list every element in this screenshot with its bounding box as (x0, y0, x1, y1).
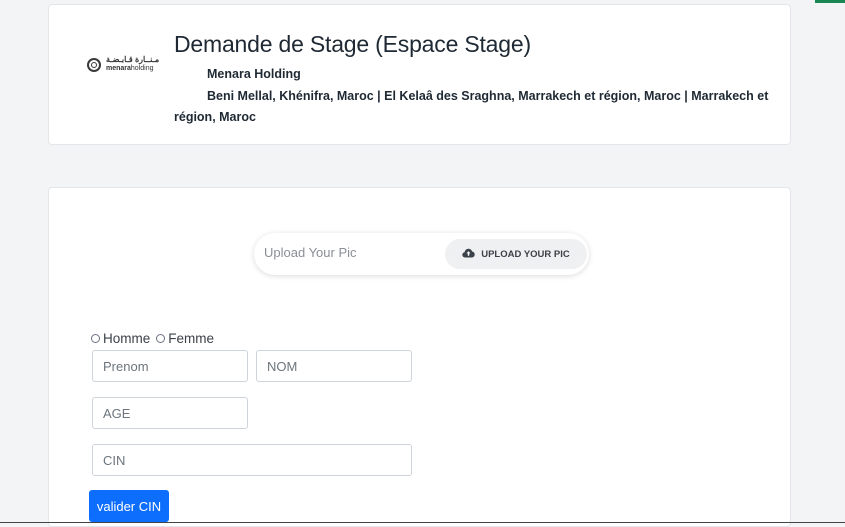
gender-label-femme: Femme (168, 331, 215, 346)
logo-arabic-text: مـنــارة قـابـضـة (106, 55, 160, 64)
radio-icon[interactable] (91, 334, 100, 343)
logo-name: menaraholding (106, 65, 153, 72)
logo-name-rest: holding (130, 65, 154, 72)
gender-option-femme[interactable]: Femme (156, 331, 214, 346)
menara-holding-logo: مـنــارة قـابـضـة menaraholding (87, 55, 159, 77)
header-card: مـنــارة قـابـضـة menaraholding Demande … (48, 4, 791, 145)
prenom-input[interactable] (92, 350, 248, 382)
company-name: Menara Holding (207, 67, 301, 81)
upload-pic-button-label: UPLOAD YOUR PIC (481, 248, 570, 260)
radio-icon[interactable] (156, 334, 166, 343)
logo-name-bold: menara (106, 65, 131, 72)
logo-mark-icon (87, 58, 101, 72)
nom-input[interactable] (256, 350, 412, 382)
gender-label-homme: Homme (103, 331, 151, 346)
age-input[interactable] (92, 397, 248, 429)
page-title: Demande de Stage (Espace Stage) (174, 31, 531, 57)
gender-option-homme[interactable]: Homme (91, 331, 150, 346)
valider-cin-button[interactable]: valider CIN (89, 490, 169, 522)
cloud-upload-icon (462, 248, 475, 261)
cin-input[interactable] (92, 444, 412, 476)
upload-placeholder: Upload Your Pic (264, 245, 357, 260)
job-locations: Beni Mellal, Khénifra, Maroc | El Kelaâ … (174, 89, 769, 124)
application-form-card: Upload Your Pic UPLOAD YOUR PIC Homme Fe… (48, 187, 791, 527)
photo-upload-field[interactable]: Upload Your Pic UPLOAD YOUR PIC (254, 233, 589, 275)
top-accent-bar (815, 0, 845, 3)
gender-radio-group: Homme Femme (91, 331, 220, 346)
upload-pic-button[interactable]: UPLOAD YOUR PIC (445, 239, 587, 269)
